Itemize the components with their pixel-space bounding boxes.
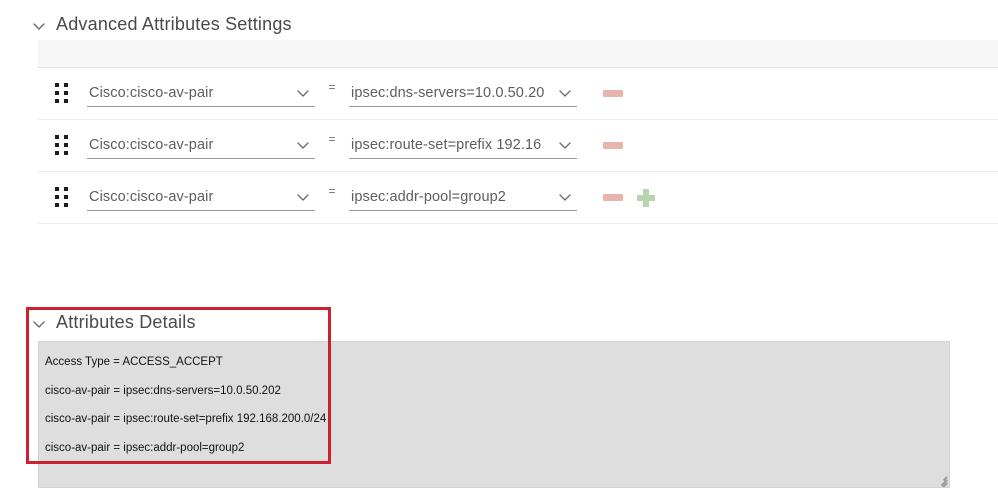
chevron-down-icon[interactable] — [32, 19, 46, 33]
advanced-attributes-section-header[interactable]: Advanced Attributes Settings — [32, 14, 292, 35]
table-row: Cisco:cisco-av-pair = ipsec:dns-servers=… — [38, 68, 998, 120]
details-line-1: cisco-av-pair = ipsec:dns-servers=10.0.5… — [45, 384, 281, 397]
equals-sign-2: = — [328, 184, 336, 198]
chevron-down-icon[interactable] — [557, 189, 573, 205]
value-select-0[interactable]: ipsec:dns-servers=10.0.50.20 — [349, 81, 577, 107]
chevron-down-icon[interactable] — [557, 85, 573, 101]
value-select-value-2: ipsec:addr-pool=group2 — [351, 189, 506, 205]
attributes-rows: Cisco:cisco-av-pair = ipsec:dns-servers=… — [38, 68, 998, 224]
attributes-settings-page: Advanced Attributes Settings Cisco:cisco… — [0, 0, 998, 502]
attributes-details-section-header[interactable]: Attributes Details — [32, 312, 196, 333]
drag-handle-icon[interactable] — [51, 185, 73, 211]
attributes-details-title: Attributes Details — [56, 312, 196, 332]
details-line-0: Access Type = ACCESS_ACCEPT — [45, 356, 223, 368]
attribute-select-1[interactable]: Cisco:cisco-av-pair — [87, 133, 315, 159]
minus-icon[interactable] — [603, 142, 623, 149]
value-select-value-1: ipsec:route-set=prefix 192.16 — [351, 137, 542, 153]
advanced-attributes-title: Advanced Attributes Settings — [56, 14, 292, 34]
equals-sign-0: = — [328, 80, 336, 94]
plus-icon[interactable] — [637, 188, 655, 207]
chevron-down-icon[interactable] — [295, 137, 311, 153]
details-line-3: cisco-av-pair = ipsec:addr-pool=group2 — [45, 441, 245, 454]
attribute-select-0[interactable]: Cisco:cisco-av-pair — [87, 81, 315, 107]
attribute-select-2[interactable]: Cisco:cisco-av-pair — [87, 185, 315, 211]
chevron-down-icon[interactable] — [32, 317, 46, 331]
table-row: Cisco:cisco-av-pair = ipsec:addr-pool=gr… — [38, 172, 998, 224]
minus-icon[interactable] — [603, 194, 623, 201]
value-select-value-0: ipsec:dns-servers=10.0.50.20 — [351, 85, 545, 101]
details-line-2: cisco-av-pair = ipsec:route-set=prefix 1… — [45, 413, 327, 425]
attribute-select-value-1: Cisco:cisco-av-pair — [89, 137, 214, 153]
chevron-down-icon[interactable] — [295, 189, 311, 205]
table-row: Cisco:cisco-av-pair = ipsec:route-set=pr… — [38, 120, 998, 172]
chevron-down-icon[interactable] — [295, 85, 311, 101]
equals-sign-1: = — [328, 132, 336, 146]
value-select-1[interactable]: ipsec:route-set=prefix 192.16 — [349, 133, 577, 159]
value-select-2[interactable]: ipsec:addr-pool=group2 — [349, 185, 577, 211]
drag-handle-icon[interactable] — [51, 81, 73, 107]
chevron-down-icon[interactable] — [557, 137, 573, 153]
attribute-select-value-0: Cisco:cisco-av-pair — [89, 85, 214, 101]
minus-icon[interactable] — [603, 90, 623, 97]
attributes-table-header — [38, 40, 998, 68]
attributes-details-panel[interactable]: Access Type = ACCESS_ACCEPT cisco-av-pai… — [38, 341, 950, 488]
drag-handle-icon[interactable] — [51, 133, 73, 159]
resize-handle-icon[interactable] — [935, 473, 948, 487]
attribute-select-value-2: Cisco:cisco-av-pair — [89, 189, 214, 205]
